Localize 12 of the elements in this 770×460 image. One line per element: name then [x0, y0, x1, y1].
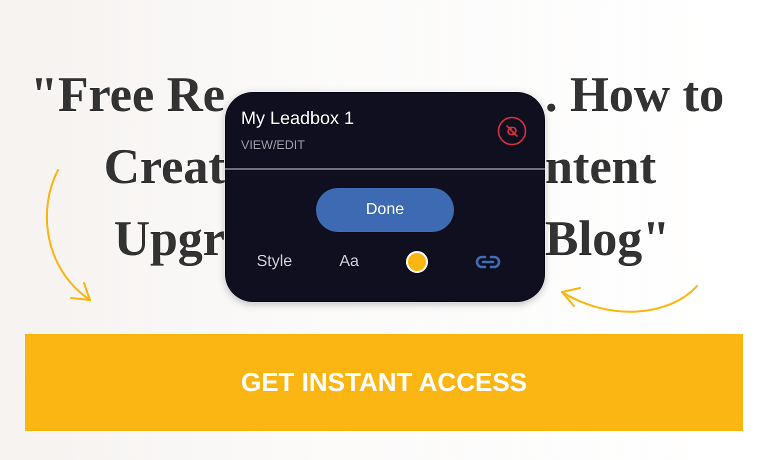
done-button[interactable]: Done — [316, 188, 454, 232]
color-swatch[interactable] — [406, 251, 428, 273]
toolbar-tab[interactable]: Aa — [339, 250, 359, 274]
unlink-icon[interactable] — [497, 116, 527, 146]
link-icon[interactable] — [475, 254, 502, 269]
headline-text: ntent — [545, 141, 656, 191]
headline-text: . How to — [545, 69, 724, 119]
popup-title: My Leadbox 1 — [241, 108, 354, 130]
headline-text: "Free Re — [30, 69, 225, 119]
view-edit-link[interactable]: VIEW/EDIT — [241, 136, 354, 154]
toolbar-tab[interactable]: Style — [256, 250, 292, 274]
headline-text: Creat — [104, 141, 225, 191]
